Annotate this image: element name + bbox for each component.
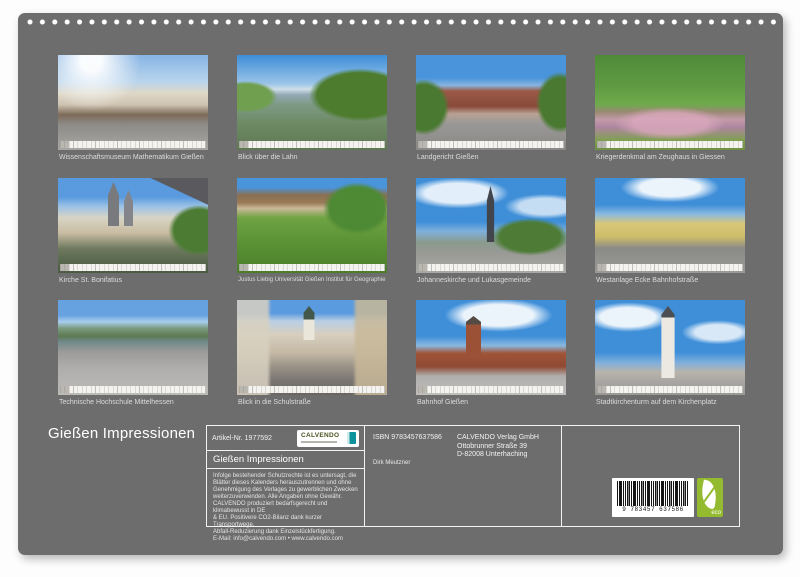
eco-logo: eco bbox=[697, 478, 723, 517]
date-strip bbox=[239, 386, 385, 393]
leaf-icon bbox=[698, 480, 719, 510]
isbn-text: ISBN 9783457637586 bbox=[373, 434, 442, 441]
thumbnail-caption: Justus Liebig Universität Gießen Institu… bbox=[238, 277, 385, 283]
date-strip bbox=[418, 386, 564, 393]
calendar-page-thumbnail: Kirche St. Bonifatius bbox=[58, 178, 208, 288]
date-strip bbox=[60, 264, 206, 271]
date-strip bbox=[60, 386, 206, 393]
calendar-page-thumbnail: Blick über die Lahn bbox=[237, 55, 387, 165]
eco-label: eco bbox=[711, 510, 721, 516]
thumbnail-caption: Westanlage Ecke Bahnhofstraße bbox=[596, 277, 698, 284]
imprint-area: Artikel-Nr. 1977592 CALVENDO Gießen Impr… bbox=[206, 425, 740, 527]
imprint-box-left: Artikel-Nr. 1977592 CALVENDO Gießen Impr… bbox=[206, 425, 365, 527]
spiral-binding-holes bbox=[25, 17, 776, 27]
church-dome-tower-shape bbox=[301, 306, 317, 340]
calendar-page-thumbnail: Kriegerdenkmal am Zeughaus in Giessen bbox=[595, 55, 745, 165]
calendar-page-thumbnail: Stadtkirchenturm auf dem Kirchenplatz bbox=[595, 300, 745, 410]
date-strip bbox=[239, 141, 385, 148]
thumbnail-photo bbox=[595, 300, 745, 395]
date-strip bbox=[597, 386, 743, 393]
date-strip bbox=[418, 264, 564, 271]
publisher-street: Ottobrunner Straße 39 bbox=[457, 443, 539, 452]
thumbnail-photo bbox=[595, 178, 745, 273]
church-spire-shape bbox=[484, 186, 497, 242]
date-strip bbox=[418, 141, 564, 148]
date-strip bbox=[597, 264, 743, 271]
calvendo-calendar-icon bbox=[347, 432, 356, 445]
thumbnail-caption: Kriegerdenkmal am Zeughaus in Giessen bbox=[596, 154, 725, 161]
publisher-name: CALVENDO Verlag GmbH bbox=[457, 434, 539, 443]
thumbnail-caption: Blick in die Schulstraße bbox=[238, 399, 311, 406]
date-strip bbox=[60, 141, 206, 148]
thumbnail-caption: Technische Hochschule Mittelhessen bbox=[59, 399, 174, 406]
calendar-page-thumbnail: Westanlage Ecke Bahnhofstraße bbox=[595, 178, 745, 288]
thumbnail-photo bbox=[416, 300, 566, 395]
calvendo-logo-tagline bbox=[301, 441, 337, 443]
thumbnail-photo bbox=[58, 55, 208, 150]
publisher-city: D-82008 Unterhaching bbox=[457, 451, 539, 460]
thumbnail-photo bbox=[237, 55, 387, 150]
calendar-page-thumbnail: Bahnhof Gießen bbox=[416, 300, 566, 410]
artikel-nr: Artikel-Nr. 1977592 bbox=[212, 435, 272, 442]
thumbnail-photo bbox=[237, 178, 387, 273]
church-spire-shape bbox=[124, 190, 133, 226]
thumbnail-caption: Landgericht Gießen bbox=[417, 154, 478, 161]
church-spire-shape bbox=[108, 182, 119, 226]
publisher-address: CALVENDO Verlag GmbH Ottobrunner Straße … bbox=[457, 434, 539, 460]
date-strip bbox=[597, 141, 743, 148]
thumbnail-photo bbox=[58, 178, 208, 273]
imprint-box-middle: ISBN 9783457637586 CALVENDO Verlag GmbH … bbox=[364, 425, 562, 527]
calendar-title-box: Gießen Impressionen bbox=[207, 451, 364, 469]
author-name: Dirk Meutzner bbox=[373, 460, 410, 466]
white-church-tower-shape bbox=[657, 306, 679, 378]
calendar-page-thumbnail: Technische Hochschule Mittelhessen bbox=[58, 300, 208, 410]
calendar-page-thumbnail: Blick in die Schulstraße bbox=[237, 300, 387, 410]
thumbnail-photo bbox=[416, 178, 566, 273]
calendar-title-large: Gießen Impressionen bbox=[48, 425, 195, 442]
calendar-page-thumbnail: Wissenschaftsmuseum Mathematikum Gießen bbox=[58, 55, 208, 165]
artikel-row: Artikel-Nr. 1977592 CALVENDO bbox=[207, 426, 364, 451]
date-strip bbox=[239, 264, 385, 271]
thumbnail-caption: Wissenschaftsmuseum Mathematikum Gießen bbox=[59, 154, 204, 161]
thumbnail-caption: Kirche St. Bonifatius bbox=[59, 277, 122, 284]
thumbnail-caption: Blick über die Lahn bbox=[238, 154, 298, 161]
station-tower-shape bbox=[466, 316, 481, 358]
ean-barcode: 9 783457 637586 bbox=[612, 478, 694, 517]
calvendo-logo-text: CALVENDO bbox=[301, 432, 339, 439]
barcode-bars bbox=[617, 481, 689, 506]
back-cover-panel: Wissenschaftsmuseum Mathematikum Gießen … bbox=[18, 13, 783, 555]
barcode-number: 9 783457 637586 bbox=[612, 506, 694, 513]
thumbnail-photo bbox=[595, 55, 745, 150]
thumbnail-caption: Johanneskirche und Lukasgemeinde bbox=[417, 277, 531, 284]
legal-text: Infolge bestehender Schutzrechte ist es … bbox=[207, 469, 364, 547]
thumbnail-photo bbox=[237, 300, 387, 395]
calendar-page-thumbnail: Landgericht Gießen bbox=[416, 55, 566, 165]
thumbnail-photo bbox=[58, 300, 208, 395]
imprint-box-right: 9 783457 637586 eco bbox=[561, 425, 740, 527]
calendar-back-cover-scan: Wissenschaftsmuseum Mathematikum Gießen … bbox=[0, 0, 800, 577]
thumbnail-caption: Bahnhof Gießen bbox=[417, 399, 468, 406]
calvendo-logo: CALVENDO bbox=[297, 430, 359, 447]
calendar-page-thumbnail: Johanneskirche und Lukasgemeinde bbox=[416, 178, 566, 288]
thumbnail-photo bbox=[416, 55, 566, 150]
calendar-page-thumbnail: Justus Liebig Universität Gießen Institu… bbox=[237, 178, 387, 288]
thumbnail-caption: Stadtkirchenturm auf dem Kirchenplatz bbox=[596, 399, 717, 406]
barcode-area: 9 783457 637586 eco bbox=[612, 478, 723, 517]
